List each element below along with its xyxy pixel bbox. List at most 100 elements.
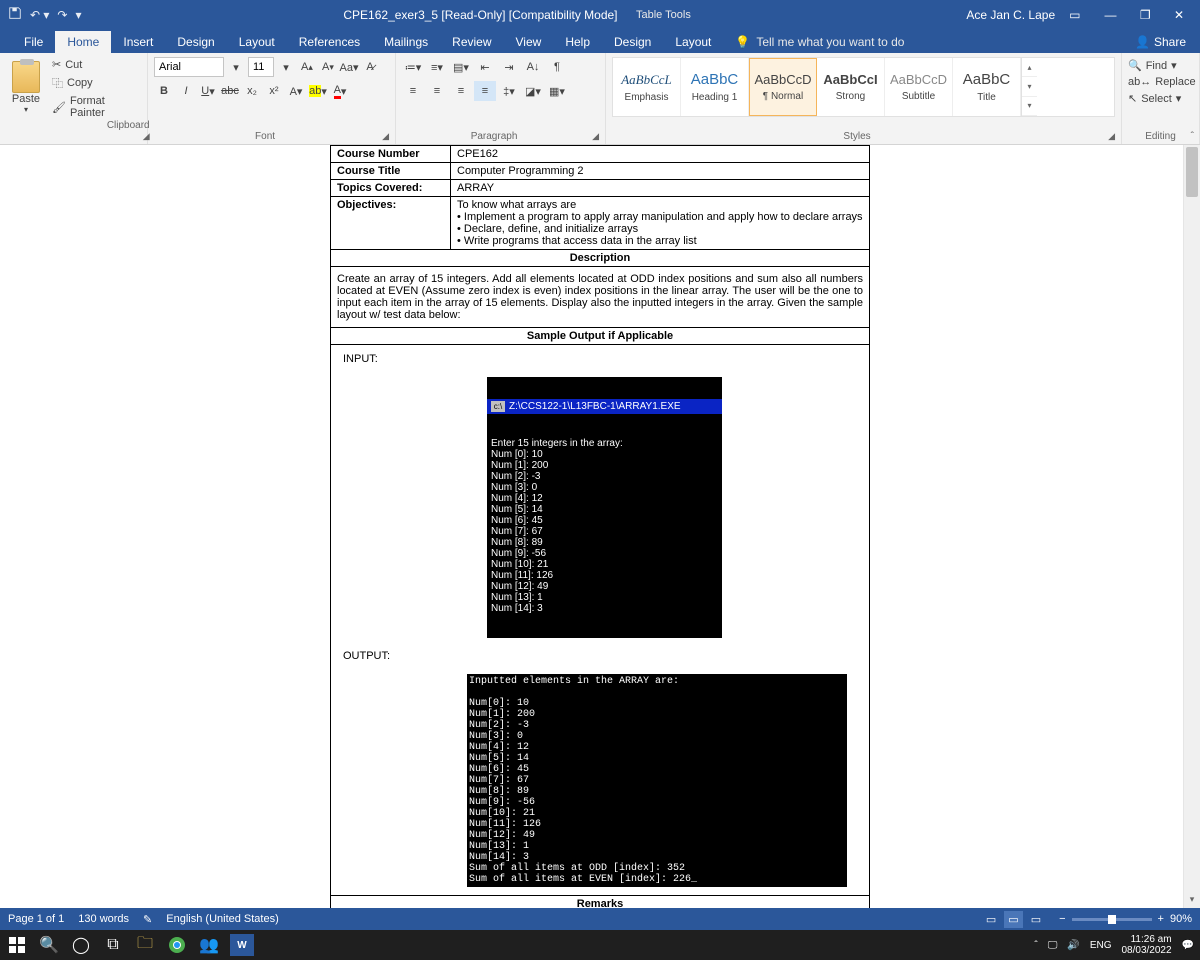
course-number-value[interactable]: CPE162 <box>451 146 870 163</box>
styles-scroll[interactable]: ▴▾▾ <box>1021 58 1037 116</box>
page-indicator[interactable]: Page 1 of 1 <box>8 913 64 925</box>
borders-icon[interactable]: ▦▾ <box>546 81 568 101</box>
line-spacing-icon[interactable]: ‡▾ <box>498 81 520 101</box>
minimize-icon[interactable]: — <box>1094 4 1126 26</box>
tab-table-layout[interactable]: Layout <box>663 31 723 53</box>
undo-icon[interactable]: ↶ ▾ <box>30 8 49 22</box>
zoom-level[interactable]: 90% <box>1170 913 1192 925</box>
start-icon[interactable] <box>6 934 28 956</box>
select-button[interactable]: ↖Select ▾ <box>1128 90 1193 107</box>
cut-button[interactable]: ✂Cut <box>50 57 107 72</box>
tab-view[interactable]: View <box>504 31 554 53</box>
scroll-thumb[interactable] <box>1186 147 1198 197</box>
file-explorer-icon[interactable]: 🗀 <box>134 934 156 956</box>
tell-me-search[interactable]: 💡Tell me what you want to do <box>723 31 916 53</box>
maximize-icon[interactable]: ❐ <box>1130 4 1161 26</box>
save-icon[interactable] <box>8 6 22 23</box>
style-subtitle[interactable]: AaBbCcDSubtitle <box>885 58 953 116</box>
tab-insert[interactable]: Insert <box>111 31 165 53</box>
description-header[interactable]: Description <box>331 250 870 267</box>
notifications-icon[interactable]: 💬 <box>1182 940 1194 951</box>
tab-review[interactable]: Review <box>440 31 503 53</box>
align-left-icon[interactable]: ≡ <box>402 81 424 101</box>
highlight-icon[interactable]: ab▾ <box>308 81 328 101</box>
font-size-input[interactable] <box>248 57 274 77</box>
tab-help[interactable]: Help <box>553 31 602 53</box>
change-case-icon[interactable]: Aa▾ <box>340 58 358 76</box>
format-painter-button[interactable]: 🖌Format Painter <box>50 94 107 120</box>
ribbon-display-icon[interactable]: ▭ <box>1069 8 1080 22</box>
show-marks-icon[interactable]: ¶ <box>546 57 568 77</box>
align-right-icon[interactable]: ≡ <box>450 81 472 101</box>
font-color-icon[interactable]: A▾ <box>330 81 350 101</box>
tab-home[interactable]: Home <box>55 31 111 53</box>
style-heading1[interactable]: AaBbCHeading 1 <box>681 58 749 116</box>
search-icon[interactable]: 🔍 <box>38 934 60 956</box>
redo-icon[interactable]: ↷ <box>57 8 67 22</box>
paste-button[interactable]: Paste ▾ <box>6 57 46 142</box>
read-mode-icon[interactable]: ▭ <box>982 911 1000 928</box>
italic-button[interactable]: I <box>176 81 196 101</box>
shading-icon[interactable]: ◪▾ <box>522 81 544 101</box>
scroll-down-icon[interactable]: ▾ <box>1184 891 1200 908</box>
display-icon[interactable]: 🖵 <box>1048 940 1058 951</box>
sample-body-cell[interactable]: INPUT: c:\Z:\CCS122-1\L13FBC-1\ARRAY1.EX… <box>331 345 870 896</box>
remarks-header[interactable]: Remarks <box>331 896 870 909</box>
topics-label[interactable]: Topics Covered: <box>331 180 451 197</box>
tab-table-design[interactable]: Design <box>602 31 663 53</box>
subscript-button[interactable]: x₂ <box>242 81 262 101</box>
description-body[interactable]: Create an array of 15 integers. Add all … <box>331 267 870 328</box>
underline-button[interactable]: U▾ <box>198 81 218 101</box>
style-normal[interactable]: AaBbCcD¶ Normal <box>749 58 817 116</box>
objectives-label[interactable]: Objectives: <box>331 197 451 250</box>
justify-icon[interactable]: ≡ <box>474 81 496 101</box>
cortana-icon[interactable]: ◯ <box>70 934 92 956</box>
volume-icon[interactable]: 🔊 <box>1067 940 1079 951</box>
sort-icon[interactable]: A↓ <box>522 57 544 77</box>
language-indicator[interactable]: English (United States) <box>166 913 279 925</box>
share-button[interactable]: 👤Share <box>1121 31 1200 53</box>
grow-font-icon[interactable]: A▴ <box>298 58 316 76</box>
spellcheck-icon[interactable]: ✎ <box>143 913 152 926</box>
bullets-icon[interactable]: ≔▾ <box>402 57 424 77</box>
word-count[interactable]: 130 words <box>78 913 129 925</box>
tab-design[interactable]: Design <box>165 31 226 53</box>
web-layout-icon[interactable]: ▭ <box>1027 911 1045 928</box>
font-name-input[interactable] <box>154 57 224 77</box>
collapse-ribbon-icon[interactable]: ˆ <box>1191 131 1194 142</box>
objectives-value[interactable]: To know what arrays are • Implement a pr… <box>451 197 870 250</box>
numbering-icon[interactable]: ≡▾ <box>426 57 448 77</box>
dialog-launcher-icon[interactable]: ◢ <box>592 131 599 142</box>
tab-mailings[interactable]: Mailings <box>372 31 440 53</box>
copy-button[interactable]: ⿻Copy <box>50 74 107 92</box>
bold-button[interactable]: B <box>154 81 174 101</box>
qat-more-icon[interactable]: ▾ <box>75 8 81 22</box>
dialog-launcher-icon[interactable]: ◢ <box>1108 131 1115 142</box>
style-title[interactable]: AaBbCTitle <box>953 58 1021 116</box>
multilevel-icon[interactable]: ▤▾ <box>450 57 472 77</box>
decrease-indent-icon[interactable]: ⇤ <box>474 57 496 77</box>
course-title-label[interactable]: Course Title <box>331 163 451 180</box>
text-effects-icon[interactable]: A▾ <box>286 81 306 101</box>
style-strong[interactable]: AaBbCcIStrong <box>817 58 885 116</box>
course-number-label[interactable]: Course Number <box>331 146 451 163</box>
topics-value[interactable]: ARRAY <box>451 180 870 197</box>
vertical-scrollbar[interactable]: ▴ ▾ <box>1183 145 1200 908</box>
increase-indent-icon[interactable]: ⇥ <box>498 57 520 77</box>
word-icon[interactable]: W <box>230 934 254 956</box>
replace-button[interactable]: ab↔Replace <box>1128 74 1193 90</box>
chevron-down-icon[interactable]: ▾ <box>227 58 245 76</box>
find-button[interactable]: 🔍Find ▾ <box>1128 57 1193 74</box>
show-hidden-icon[interactable]: ˆ <box>1034 940 1037 951</box>
zoom-in-icon[interactable]: + <box>1158 913 1164 925</box>
clock[interactable]: 11:26 am08/03/2022 <box>1121 934 1171 956</box>
document-page[interactable]: Course NumberCPE162 Course TitleComputer… <box>330 145 870 908</box>
close-icon[interactable]: ✕ <box>1164 4 1194 26</box>
sample-header[interactable]: Sample Output if Applicable <box>331 328 870 345</box>
chrome-icon[interactable] <box>166 934 188 956</box>
chevron-down-icon[interactable]: ▾ <box>277 58 295 76</box>
align-center-icon[interactable]: ≡ <box>426 81 448 101</box>
superscript-button[interactable]: x² <box>264 81 284 101</box>
dialog-launcher-icon[interactable]: ◢ <box>382 131 389 142</box>
print-layout-icon[interactable]: ▭ <box>1004 911 1022 928</box>
